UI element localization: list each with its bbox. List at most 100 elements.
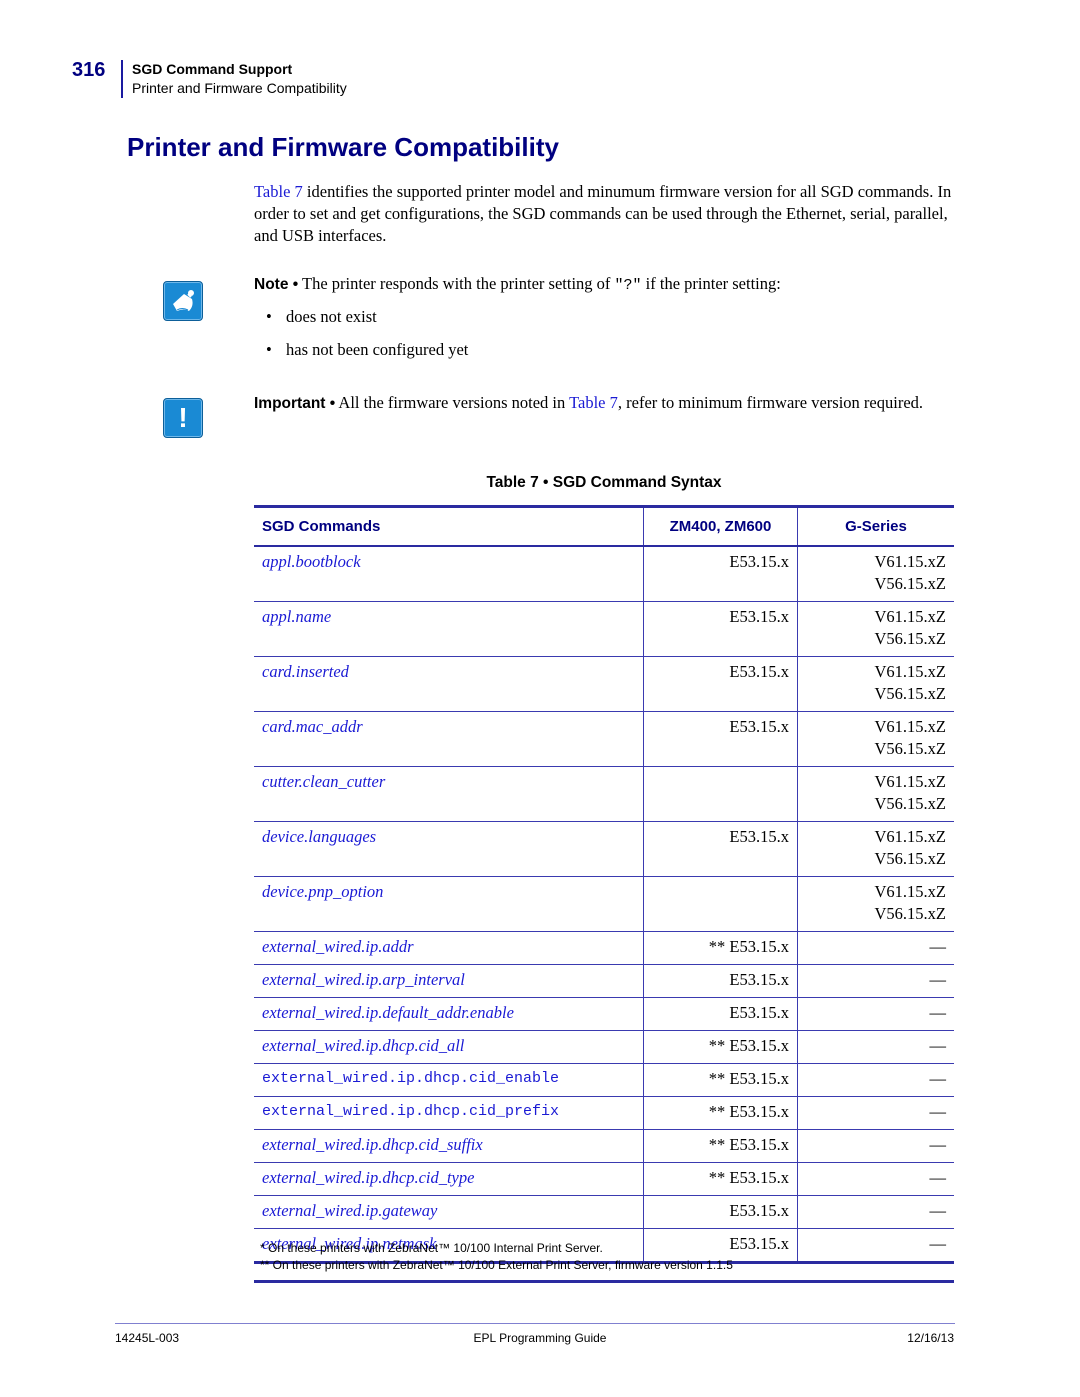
- exclamation-icon: !: [163, 398, 203, 438]
- table-row: external_wired.ip.dhcp.cid_enable ** E53.…: [254, 1063, 954, 1097]
- command-link[interactable]: external_wired.ip.addr: [254, 931, 644, 965]
- important-label: Important •: [254, 395, 336, 412]
- firmware-version: —: [929, 1069, 947, 1088]
- zm-firmware-cell: E53.15.x: [643, 997, 798, 1031]
- bullet-text: has not been configured yet: [286, 340, 469, 359]
- firmware-version: —: [929, 1201, 947, 1220]
- zm-firmware-cell: [643, 766, 798, 822]
- gseries-firmware-cell: —: [797, 1030, 954, 1064]
- table-row: external_wired.ip.dhcp.cid_prefix ** E53.…: [254, 1096, 954, 1130]
- command-link[interactable]: device.pnp_option: [254, 876, 644, 932]
- command-link[interactable]: appl.name: [254, 601, 644, 657]
- bullet-text: does not exist: [286, 307, 377, 326]
- table-row: external_wired.ip.addr ** E53.15.x —: [254, 931, 954, 965]
- gseries-firmware-cell: V61.15.xZ V56.15.xZ: [797, 821, 954, 877]
- gseries-firmware-cell: V61.15.xZ V56.15.xZ: [797, 876, 954, 932]
- table-row: cutter.clean_cutter V61.15.xZ V56.15.xZ: [254, 766, 954, 822]
- important-paragraph: Important • All the firmware versions no…: [254, 392, 954, 415]
- firmware-version: V61.15.xZ: [874, 827, 947, 846]
- command-link[interactable]: external_wired.ip.arp_interval: [254, 964, 644, 998]
- command-link[interactable]: external_wired.ip.default_addr.enable: [254, 997, 644, 1031]
- column-header-zm: ZM400, ZM600: [643, 505, 798, 547]
- command-link[interactable]: device.languages: [254, 821, 644, 877]
- command-link[interactable]: external_wired.ip.dhcp.cid_type: [254, 1162, 644, 1196]
- page-number: 316: [72, 59, 106, 81]
- zm-firmware-cell: ** E53.15.x: [643, 1030, 798, 1064]
- gseries-firmware-cell: —: [797, 997, 954, 1031]
- table-row: appl.bootblock E53.15.x V61.15.xZ V56.15.xZ: [254, 546, 954, 602]
- gseries-firmware-cell: —: [797, 1129, 954, 1163]
- exclamation-glyph: !: [178, 402, 188, 433]
- header-divider: [121, 60, 123, 98]
- zm-firmware-cell: E53.15.x: [643, 964, 798, 998]
- footnote-rule: [254, 1280, 954, 1283]
- firmware-version: V56.15.xZ: [874, 574, 947, 593]
- zm-firmware-cell: ** E53.15.x: [643, 1063, 798, 1097]
- header-chapter: SGD Command Support: [132, 61, 293, 77]
- footer-rule: [115, 1323, 955, 1324]
- zm-firmware-cell: E53.15.x: [643, 711, 798, 767]
- intro-paragraph: Table 7 identifies the supported printer…: [254, 181, 954, 247]
- zm-firmware-cell: [643, 876, 798, 932]
- footer-date: 12/16/13: [907, 1331, 954, 1345]
- command-link[interactable]: external_wired.ip.dhcp.cid_suffix: [254, 1129, 644, 1163]
- footnote: ** On these printers with ZebraNet™ 10/1…: [260, 1258, 733, 1272]
- firmware-version: V61.15.xZ: [874, 717, 947, 736]
- page-title: Printer and Firmware Compatibility: [127, 132, 559, 162]
- footnote: * On these printers with ZebraNet™ 10/10…: [260, 1241, 603, 1255]
- firmware-version: V61.15.xZ: [874, 882, 947, 901]
- table-row: external_wired.ip.default_addr.enable E53…: [254, 997, 954, 1031]
- list-item: • does not exist: [266, 306, 377, 328]
- firmware-version: —: [929, 1168, 947, 1187]
- table-row: appl.name E53.15.x V61.15.xZ V56.15.xZ: [254, 601, 954, 657]
- table-caption: Table 7 • SGD Command Syntax: [486, 474, 722, 491]
- table-body: appl.bootblock E53.15.x V61.15.xZ V56.15.xZ…: [254, 546, 954, 1264]
- note-text-after: if the printer setting:: [641, 274, 781, 293]
- command-link[interactable]: external_wired.ip.dhcp.cid_all: [254, 1030, 644, 1064]
- command-link[interactable]: external_wired.ip.gateway: [254, 1195, 644, 1229]
- column-header-gseries: G-Series: [797, 505, 954, 547]
- table-header-row: SGD Commands ZM400, ZM600 G-Series: [254, 505, 954, 547]
- gseries-firmware-cell: —: [797, 931, 954, 965]
- firmware-version: V61.15.xZ: [874, 552, 947, 571]
- command-link[interactable]: appl.bootblock: [254, 546, 644, 602]
- command-link[interactable]: external_wired.ip.dhcp.cid_prefix: [254, 1096, 644, 1130]
- firmware-version: V61.15.xZ: [874, 772, 947, 791]
- list-item: • has not been configured yet: [266, 339, 468, 361]
- table-row: device.pnp_option V61.15.xZ V56.15.xZ: [254, 876, 954, 932]
- table-row: external_wired.ip.gateway E53.15.x —: [254, 1195, 954, 1229]
- zm-firmware-cell: E53.15.x: [643, 601, 798, 657]
- firmware-version: —: [929, 1135, 947, 1154]
- firmware-version: V56.15.xZ: [874, 739, 947, 758]
- important-text-before: All the firmware versions noted in: [335, 393, 570, 412]
- command-link[interactable]: card.mac_addr: [254, 711, 644, 767]
- firmware-version: V61.15.xZ: [874, 607, 947, 626]
- bullet-glyph: •: [266, 340, 272, 359]
- zm-firmware-cell: ** E53.15.x: [643, 931, 798, 965]
- note-paragraph: Note • The printer responds with the pri…: [254, 273, 954, 297]
- table-row: external_wired.ip.arp_interval E53.15.x —: [254, 964, 954, 998]
- firmware-version: V61.15.xZ: [874, 662, 947, 681]
- zm-firmware-cell: ** E53.15.x: [643, 1162, 798, 1196]
- command-link[interactable]: external_wired.ip.dhcp.cid_enable: [254, 1063, 644, 1097]
- note-text-before: The printer responds with the printer se…: [298, 274, 615, 293]
- table-row: device.languages E53.15.x V61.15.xZ V56.15.…: [254, 821, 954, 877]
- column-header-commands: SGD Commands: [254, 505, 644, 547]
- header-section: Printer and Firmware Compatibility: [132, 80, 347, 96]
- command-link[interactable]: cutter.clean_cutter: [254, 766, 644, 822]
- gseries-firmware-cell: —: [797, 1063, 954, 1097]
- table-7-link[interactable]: Table 7: [569, 393, 618, 412]
- table-footnotes: * On these printers with ZebraNet™ 10/10…: [254, 1240, 954, 1274]
- gseries-firmware-cell: V61.15.xZ V56.15.xZ: [797, 711, 954, 767]
- note-label: Note •: [254, 276, 299, 293]
- firmware-version: —: [929, 1102, 947, 1121]
- gseries-firmware-cell: V61.15.xZ V56.15.xZ: [797, 601, 954, 657]
- table-7-link[interactable]: Table 7: [254, 182, 303, 201]
- firmware-version: V56.15.xZ: [874, 849, 947, 868]
- firmware-version: —: [929, 1036, 947, 1055]
- document-page: 316 SGD Command Support Printer and Firm…: [0, 0, 1080, 1397]
- firmware-version: V56.15.xZ: [874, 904, 947, 923]
- command-link[interactable]: card.inserted: [254, 656, 644, 712]
- gseries-firmware-cell: —: [797, 1162, 954, 1196]
- zm-firmware-cell: E53.15.x: [643, 1195, 798, 1229]
